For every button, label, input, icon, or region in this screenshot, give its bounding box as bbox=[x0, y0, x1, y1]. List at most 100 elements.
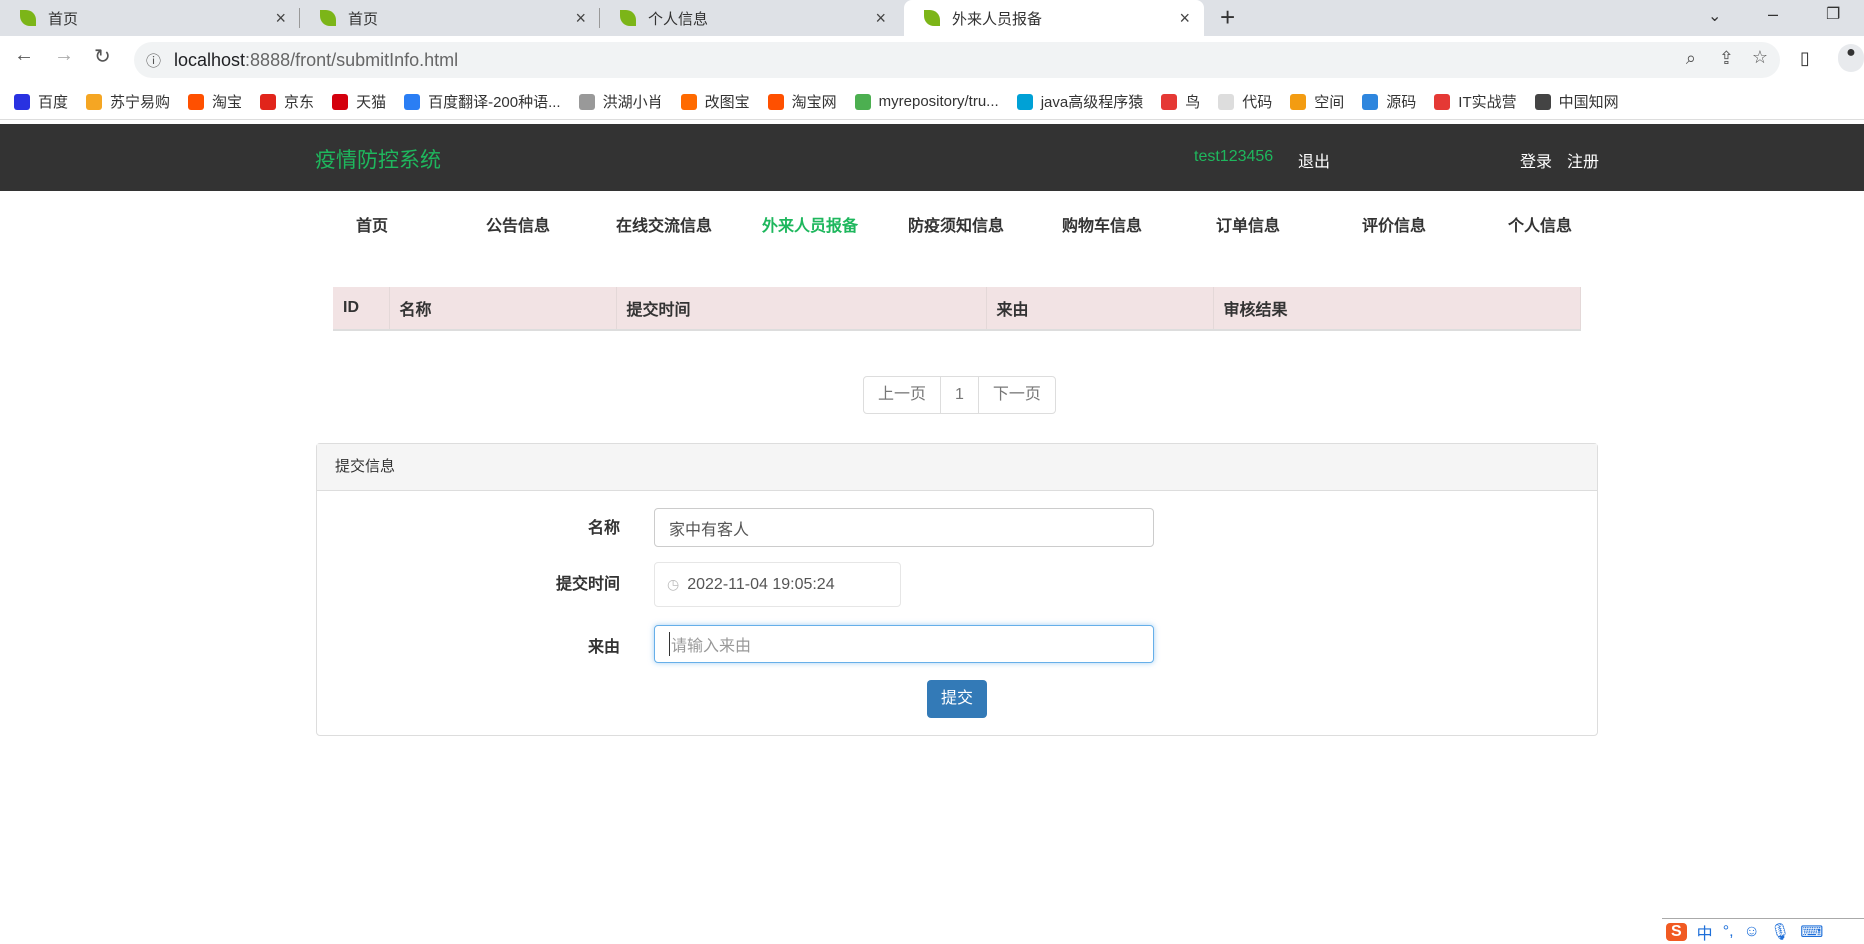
submit-button[interactable]: 提交 bbox=[927, 680, 987, 718]
bookmark-label: 代码 bbox=[1242, 94, 1273, 111]
column-header: 来由 bbox=[986, 287, 1214, 331]
sogou-logo-icon[interactable]: S bbox=[1666, 922, 1687, 941]
bookmark-item[interactable]: java高级程序猿 bbox=[1016, 91, 1144, 112]
nav-item[interactable]: 评价信息 bbox=[1321, 212, 1467, 236]
register-link[interactable]: 注册 bbox=[1567, 148, 1599, 172]
emoji-icon[interactable]: ☺ bbox=[1744, 923, 1760, 941]
bookmark-item[interactable]: 淘宝网 bbox=[767, 91, 837, 112]
bookmark-item[interactable]: myrepository/tru... bbox=[854, 93, 999, 110]
bookmark-favicon-icon bbox=[1016, 93, 1033, 110]
bookmark-item[interactable]: 鸟 bbox=[1161, 91, 1200, 112]
bookmark-item[interactable]: 改图宝 bbox=[680, 91, 750, 112]
bookmark-favicon-icon bbox=[1290, 93, 1307, 110]
nav-item[interactable]: 个人信息 bbox=[1467, 212, 1613, 236]
nav-item[interactable]: 在线交流信息 bbox=[591, 212, 737, 236]
browser-tab-active[interactable]: 外来人员报备 × bbox=[904, 0, 1204, 36]
profile-icon[interactable]: ● bbox=[1838, 44, 1864, 72]
reload-icon[interactable]: ↻ bbox=[94, 44, 111, 69]
login-link[interactable]: 登录 bbox=[1520, 148, 1552, 172]
nav-item[interactable]: 外来人员报备 bbox=[737, 212, 883, 236]
bookmark-label: 苏宁易购 bbox=[110, 94, 171, 111]
bookmark-label: 百度 bbox=[38, 94, 69, 111]
site-title[interactable]: 疫情防控系统 bbox=[315, 144, 441, 174]
nav-item[interactable]: 订单信息 bbox=[1175, 212, 1321, 236]
bookmark-label: java高级程序猿 bbox=[1040, 94, 1144, 111]
bookmark-label: 空间 bbox=[1314, 94, 1345, 111]
nav-item[interactable]: 首页 bbox=[299, 212, 445, 236]
bookmark-item[interactable]: 天猫 bbox=[332, 91, 386, 112]
forward-icon[interactable]: → bbox=[54, 44, 74, 67]
name-label: 名称 bbox=[587, 520, 620, 537]
pagination: 上一页 1 下一页 bbox=[863, 376, 1056, 414]
username-link[interactable]: test123456 bbox=[1194, 148, 1273, 166]
bookmark-favicon-icon bbox=[680, 93, 697, 110]
browser-tab[interactable]: 个人信息 × bbox=[600, 0, 900, 36]
tab-label: 个人信息 bbox=[648, 10, 709, 28]
tab-search-icon[interactable]: ⌄ bbox=[1708, 6, 1721, 26]
new-tab-button[interactable]: + bbox=[1220, 2, 1235, 33]
keyboard-icon[interactable]: ⌨ bbox=[1800, 922, 1823, 942]
bookmark-label: IT实战营 bbox=[1458, 94, 1517, 111]
bookmark-favicon-icon bbox=[14, 93, 30, 110]
bookmark-favicon-icon bbox=[767, 93, 784, 110]
logout-link[interactable]: 退出 bbox=[1298, 148, 1330, 172]
nav-item[interactable]: 公告信息 bbox=[445, 212, 591, 236]
ime-mode-icon[interactable]: 中 bbox=[1697, 920, 1713, 944]
bookmark-item[interactable]: 洪湖小肖 bbox=[578, 91, 663, 112]
zoom-icon[interactable]: ⌕ bbox=[1686, 48, 1696, 69]
time-input[interactable]: ◷ 2022-11-04 19:05:24 bbox=[654, 562, 901, 607]
bookmark-item[interactable]: 空间 bbox=[1290, 91, 1344, 112]
share-icon[interactable]: ⇪ bbox=[1719, 48, 1734, 69]
punctuation-icon[interactable]: °, bbox=[1723, 923, 1734, 941]
bookmark-item[interactable]: 淘宝 bbox=[188, 91, 242, 112]
bookmark-label: 百度翻译-200种语... bbox=[428, 94, 561, 111]
close-icon[interactable]: × bbox=[1179, 8, 1190, 29]
close-icon[interactable]: × bbox=[575, 8, 586, 29]
minimize-icon[interactable]: – bbox=[1768, 4, 1778, 25]
bookmark-item[interactable]: 百度 bbox=[14, 91, 68, 112]
bookmark-item[interactable]: IT实战营 bbox=[1434, 91, 1517, 112]
page-1-button[interactable]: 1 bbox=[941, 377, 979, 413]
browser-tab[interactable]: 首页 × bbox=[0, 0, 300, 36]
bookmark-star-icon[interactable]: ☆ bbox=[1752, 47, 1768, 68]
bookmark-item[interactable]: 中国知网 bbox=[1534, 91, 1619, 112]
nav-item[interactable]: 防疫须知信息 bbox=[883, 212, 1029, 236]
leaf-icon bbox=[320, 10, 336, 26]
bookmark-favicon-icon bbox=[1362, 93, 1379, 110]
browser-tab[interactable]: 首页 × bbox=[300, 0, 600, 36]
prev-page-button[interactable]: 上一页 bbox=[864, 377, 942, 413]
time-value: 2022-11-04 19:05:24 bbox=[687, 575, 835, 593]
column-header: 审核结果 bbox=[1213, 287, 1581, 331]
bookmark-item[interactable]: 源码 bbox=[1362, 91, 1416, 112]
side-panel-icon[interactable]: ▯ bbox=[1800, 48, 1810, 69]
name-input[interactable]: 家中有客人 bbox=[654, 508, 1154, 547]
restore-icon[interactable]: ❐ bbox=[1826, 4, 1840, 24]
leaf-icon bbox=[20, 10, 36, 26]
bookmark-item[interactable]: 苏宁易购 bbox=[86, 91, 170, 112]
nav-item[interactable]: 购物车信息 bbox=[1029, 212, 1175, 236]
browser-tab-bar: 首页 × 首页 × 个人信息 × 外来人员报备 × + ⌄ – ❐ bbox=[0, 0, 1864, 36]
bookmark-item[interactable]: 京东 bbox=[260, 91, 314, 112]
mic-icon[interactable]: 🎙 bbox=[1770, 922, 1790, 942]
close-icon[interactable]: × bbox=[275, 8, 286, 29]
close-icon[interactable]: × bbox=[875, 8, 886, 29]
leaf-icon bbox=[924, 10, 940, 26]
ime-toolbar: S 中 °, ☺ 🎙 ⌨ bbox=[1662, 918, 1864, 944]
bookmark-favicon-icon bbox=[578, 93, 595, 110]
reason-input[interactable]: 请输入来由 bbox=[654, 625, 1154, 663]
bookmark-label: 洪湖小肖 bbox=[602, 94, 663, 111]
bookmark-label: 改图宝 bbox=[704, 94, 750, 111]
reason-placeholder: 请输入来由 bbox=[669, 632, 751, 656]
url-input[interactable]: ⓘ localhost:8888/front/submitInfo.html ⌕… bbox=[134, 42, 1780, 78]
next-page-button[interactable]: 下一页 bbox=[979, 377, 1055, 413]
url-host: localhost bbox=[174, 49, 246, 70]
bookmark-item[interactable]: 代码 bbox=[1218, 91, 1272, 112]
column-header: ID bbox=[333, 287, 390, 331]
bookmark-favicon-icon bbox=[188, 93, 205, 110]
clock-icon: ◷ bbox=[667, 576, 680, 592]
bookmark-label: 天猫 bbox=[356, 94, 387, 111]
reason-label: 来由 bbox=[587, 639, 620, 656]
bookmark-item[interactable]: 百度翻译-200种语... bbox=[404, 91, 561, 112]
back-icon[interactable]: ← bbox=[14, 44, 34, 67]
bookmark-favicon-icon bbox=[332, 93, 349, 110]
